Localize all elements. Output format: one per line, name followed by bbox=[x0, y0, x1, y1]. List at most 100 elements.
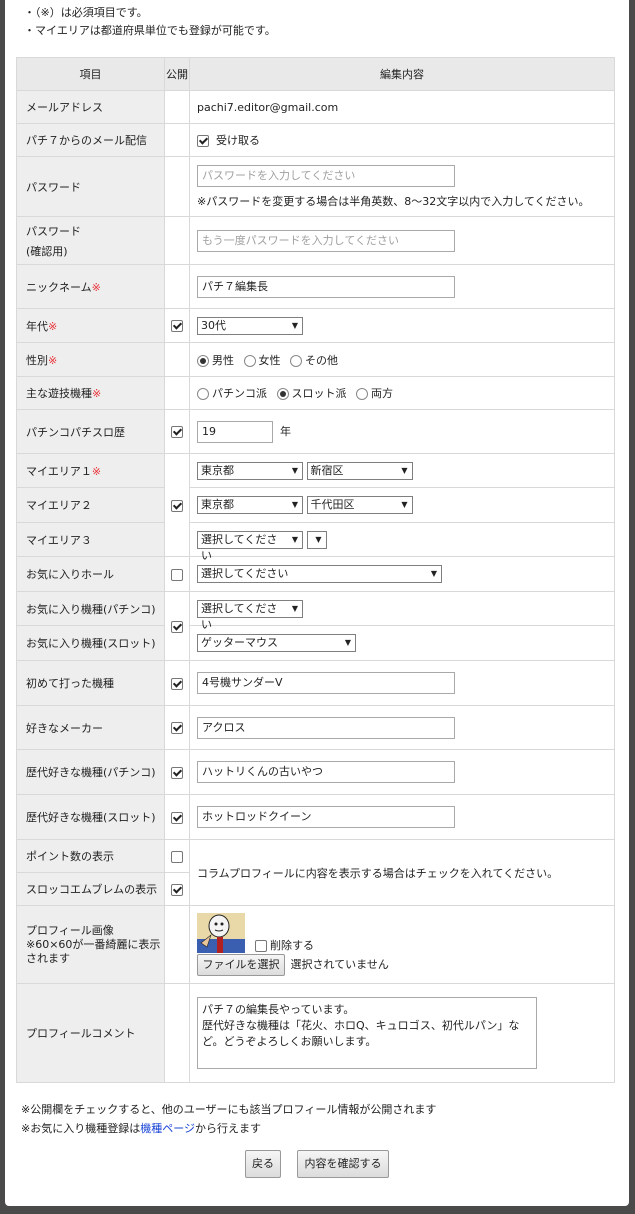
maker-public-checkbox[interactable] bbox=[171, 722, 183, 734]
note-area: ・マイエリアは都道府県単位でも登録が可能です。 bbox=[24, 24, 276, 37]
label-comment: プロフィールコメント bbox=[16, 983, 165, 1083]
gender-male-option[interactable]: 男性 bbox=[197, 354, 234, 367]
required-mark: ※ bbox=[91, 464, 102, 478]
fav-hall-public-checkbox[interactable] bbox=[171, 568, 183, 581]
area3-city-select[interactable]: ▼ bbox=[306, 530, 327, 549]
chevron-down-icon: ▼ bbox=[291, 465, 298, 475]
header-content: 編集内容 bbox=[189, 57, 615, 91]
nickname-input[interactable]: パチ７編集長 bbox=[197, 275, 455, 298]
radio-selected-icon bbox=[276, 388, 289, 400]
radio-icon bbox=[243, 354, 256, 367]
bottom-notes: ※公開欄をチェックすると、他のユーザーにも該当プロフィール情報が公開されます ※… bbox=[21, 1100, 436, 1138]
label-fav-slot: お気に入り機種(スロット) bbox=[16, 625, 165, 661]
area-public-checkbox[interactable] bbox=[171, 499, 183, 512]
label-history: パチンコパチスロ歴 bbox=[16, 409, 165, 454]
label-gender: 性別 bbox=[26, 353, 48, 367]
label-password-confirm-sub: (確認用) bbox=[26, 244, 68, 258]
password-hint: ※パスワードを変更する場合は半角英数、8～32文字以内で入力してください。 bbox=[197, 194, 590, 208]
label-mail-delivery: パチ７からのメール配信 bbox=[16, 123, 165, 157]
chevron-down-icon: ▼ bbox=[430, 569, 437, 578]
label-area1: マイエリア１ bbox=[26, 464, 92, 478]
label-best-slot: 歴代好きな機種(スロット) bbox=[16, 794, 165, 840]
points-display-checkbox[interactable] bbox=[171, 850, 183, 863]
chevron-down-icon: ▼ bbox=[291, 320, 298, 330]
chevron-down-icon: ▼ bbox=[401, 465, 408, 475]
comment-textarea[interactable]: パチ７の編集長やっています。 歴代好きな機種は「花火、ホロQ、キュロゴス、初代ル… bbox=[197, 997, 537, 1069]
back-button[interactable]: 戻る bbox=[245, 1150, 281, 1178]
label-password: パスワード bbox=[16, 156, 165, 217]
label-points: ポイント数の表示 bbox=[16, 839, 165, 873]
required-mark: ※ bbox=[91, 280, 101, 294]
label-main-game: 主な遊技機種 bbox=[26, 387, 92, 400]
emblem-display-checkbox[interactable] bbox=[171, 883, 183, 896]
radio-icon bbox=[290, 354, 302, 367]
history-public-checkbox[interactable] bbox=[171, 426, 183, 438]
note-favorite-before: ※お気に入り機種登録は bbox=[21, 1122, 141, 1135]
required-mark: ※ bbox=[48, 353, 58, 367]
label-fav-hall: お気に入りホール bbox=[16, 556, 165, 592]
gender-female-option[interactable]: 女性 bbox=[243, 354, 281, 367]
history-unit: 年 bbox=[280, 424, 291, 438]
best-pachinko-input[interactable]: ハットリくんの古いやつ bbox=[197, 761, 455, 783]
label-profile-image: プロフィール画像 bbox=[26, 923, 114, 937]
game-slot-option[interactable]: スロット派 bbox=[276, 387, 347, 400]
chevron-down-icon: ▼ bbox=[344, 638, 351, 647]
chevron-down-icon: ▼ bbox=[291, 500, 298, 509]
profile-form-table: 項目 公開 編集内容 メールアドレス pachi7.editor@gmail.c… bbox=[16, 57, 615, 1083]
mail-delivery-label: 受け取る bbox=[216, 134, 260, 147]
area2-pref-select[interactable]: 東京都 ▼ bbox=[197, 496, 303, 514]
age-public-checkbox[interactable] bbox=[171, 320, 183, 332]
email-value: pachi7.editor@gmail.com bbox=[189, 90, 615, 124]
gender-other-option[interactable]: その他 bbox=[290, 354, 338, 367]
file-status: 選択されていません bbox=[290, 958, 389, 971]
label-best-pachinko: 歴代好きな機種(パチンコ) bbox=[16, 749, 165, 795]
password-input[interactable]: パスワードを入力してください bbox=[197, 164, 455, 187]
age-select[interactable]: 30代 ▼ bbox=[197, 316, 303, 335]
label-password-confirm: パスワード bbox=[26, 224, 81, 238]
area2-city-select[interactable]: 千代田区 ▼ bbox=[306, 496, 413, 514]
required-mark: ※ bbox=[92, 387, 102, 400]
fav-machine-public-checkbox[interactable] bbox=[171, 620, 183, 633]
label-area2: マイエリア２ bbox=[16, 487, 165, 523]
area1-pref-select[interactable]: 東京都 ▼ bbox=[197, 461, 303, 480]
label-email: メールアドレス bbox=[16, 90, 165, 124]
fav-pachinko-select[interactable]: 選択してください ▼ bbox=[197, 599, 303, 631]
label-nickname: ニックネーム bbox=[26, 280, 92, 294]
file-select-button[interactable]: ファイルを選択 bbox=[197, 954, 285, 976]
radio-icon bbox=[356, 388, 368, 400]
game-both-option[interactable]: 両方 bbox=[356, 387, 393, 400]
radio-selected-icon bbox=[197, 354, 209, 367]
area1-city-select[interactable]: 新宿区 ▼ bbox=[306, 461, 413, 480]
delete-image-checkbox[interactable] bbox=[254, 940, 267, 952]
label-fav-pachinko: お気に入り機種(パチンコ) bbox=[16, 591, 165, 626]
label-maker: 好きなメーカー bbox=[16, 705, 165, 750]
fav-hall-select[interactable]: 選択してください ▼ bbox=[197, 565, 442, 583]
maker-input[interactable]: アクロス bbox=[197, 716, 455, 739]
best-slot-input[interactable]: ホットロッドクイーン bbox=[197, 806, 455, 828]
note-required: ・（※）は必須項目です。 bbox=[24, 6, 148, 19]
best-slot-public-checkbox[interactable] bbox=[171, 811, 183, 824]
profile-image-note: ※60×60が一番綺麗に表示 bbox=[26, 937, 161, 951]
confirm-button[interactable]: 内容を確認する bbox=[297, 1150, 389, 1178]
delete-image-option[interactable]: 削除する bbox=[254, 937, 314, 953]
chevron-down-icon: ▼ bbox=[315, 534, 322, 544]
display-hint: コラムプロフィールに内容を表示する場合はチェックを入れてください。 bbox=[189, 839, 615, 906]
area3-pref-select[interactable]: 選択してください ▼ bbox=[197, 530, 303, 562]
history-input[interactable]: 19 bbox=[197, 420, 273, 443]
label-emblem: スロッコエムブレムの表示 bbox=[16, 872, 165, 906]
note-favorite-after: から行えます bbox=[195, 1122, 261, 1135]
game-pachinko-option[interactable]: パチンコ派 bbox=[197, 387, 267, 400]
first-machine-public-checkbox[interactable] bbox=[171, 677, 183, 690]
first-machine-input[interactable]: 4号機サンダーV bbox=[197, 672, 455, 694]
label-first-machine: 初めて打った機種 bbox=[16, 660, 165, 706]
password-confirm-input[interactable]: もう一度パスワードを入力してください bbox=[197, 229, 455, 252]
chevron-down-icon: ▼ bbox=[291, 534, 298, 544]
required-mark: ※ bbox=[48, 319, 58, 333]
header-item: 項目 bbox=[16, 57, 165, 91]
mail-delivery-checkbox[interactable] bbox=[197, 135, 209, 147]
chevron-down-icon: ▼ bbox=[291, 603, 298, 613]
best-pachinko-public-checkbox[interactable] bbox=[171, 766, 183, 779]
machine-page-link[interactable]: 機種ページ bbox=[140, 1122, 195, 1135]
profile-image-note-2: されます bbox=[26, 951, 70, 965]
fav-slot-select[interactable]: ゲッターマウス ▼ bbox=[197, 634, 356, 652]
